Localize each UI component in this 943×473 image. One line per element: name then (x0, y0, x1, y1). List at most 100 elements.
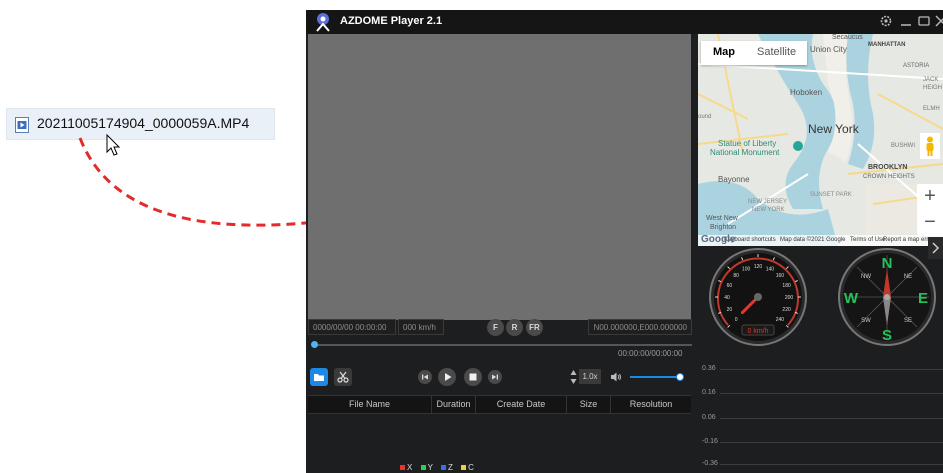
azdome-player-window: AZDOME Player 2.1 0000/00/00 00:00:00 00… (306, 10, 943, 473)
map-label-new-york-state: NEW YORK (752, 207, 785, 213)
map-zoom-in-button[interactable]: + (917, 184, 943, 210)
g-sensor-ytick: 0.06 (702, 414, 716, 421)
compass-label-se: SE (904, 318, 912, 324)
volume-slider[interactable] (630, 376, 680, 378)
g-sensor-ytick: -0.36 (702, 460, 718, 467)
speed-stepper-icon[interactable] (570, 369, 577, 385)
map-label-national-monument: National Monument (710, 148, 780, 157)
legend-label-y: Y (427, 463, 433, 472)
terms-of-use-link[interactable]: Terms of Use (850, 235, 885, 246)
dragged-file-item[interactable]: 20211005174904_0000059A.MP4 (6, 108, 275, 140)
map-label-bushwick: BUSHWI (891, 143, 915, 149)
map-label-secaucus: Secaucus (832, 34, 863, 41)
scissors-icon[interactable] (334, 368, 352, 386)
compass-label-ne: NE (904, 274, 912, 280)
column-resolution[interactable]: Resolution (611, 396, 691, 413)
progress-slider[interactable] (314, 344, 692, 346)
legend-label-x: X (407, 463, 413, 472)
g-sensor-ytick: 0.36 (702, 365, 716, 372)
video-display[interactable] (308, 34, 691, 320)
speedometer-tick-label: 20 (727, 307, 733, 313)
speedometer-tick-label: 40 (724, 295, 730, 301)
play-icon[interactable] (438, 368, 456, 386)
speedometer-tick-label: 140 (766, 266, 775, 272)
column-duration[interactable]: Duration (432, 396, 476, 413)
speedometer-tick-label: 160 (776, 273, 785, 279)
tab-map[interactable]: Map (713, 46, 735, 58)
legend-swatch-x (400, 465, 405, 470)
close-icon[interactable] (934, 13, 943, 29)
compass-gauge: N E S W NE SE SW NW (838, 248, 936, 346)
map-label-sunset-park: SUNSET PARK (810, 192, 852, 198)
g-sensor-gridline (720, 393, 943, 394)
map-label-brooklyn: BROOKLYN (868, 164, 908, 171)
progress-handle[interactable] (311, 341, 318, 348)
speedometer-tick-label: 100 (742, 266, 751, 272)
map-panel[interactable]: Secaucus Union City MANHATTAN ASTORIA Ho… (698, 34, 943, 246)
map-label-astoria: ASTORIA (903, 63, 930, 69)
front-camera-button[interactable]: F (487, 319, 504, 336)
speed-readout: 0 km/h (747, 328, 768, 335)
playback-controls: 1.0x (306, 367, 696, 387)
g-sensor-gridline (720, 418, 943, 419)
map-label-new-jersey: NEW JERSEY (748, 199, 788, 205)
map-label-statue-of-liberty: Statue of Liberty (718, 139, 777, 148)
speedometer-tick-label: 80 (733, 273, 739, 279)
speedometer-tick-label: 60 (727, 283, 733, 289)
gps-coordinates-display: N00.000000,E000.000000 (588, 319, 692, 335)
file-name-label: 20211005174904_0000059A.MP4 (37, 115, 250, 131)
column-file-name[interactable]: File Name (308, 396, 432, 413)
map-data-credit: Map data ©2021 Google (780, 237, 846, 243)
compass-label-s: S (882, 327, 892, 344)
volume-fill (630, 376, 680, 378)
column-size[interactable]: Size (567, 396, 611, 413)
legend-swatch-c (461, 465, 467, 470)
front-rear-camera-button[interactable]: FR (526, 319, 543, 336)
compass-label-w: W (844, 290, 859, 307)
g-sensor-gridline (720, 442, 943, 443)
map-label-new-york: New York (808, 122, 859, 136)
compass-label-e: E (918, 290, 928, 307)
map-label-crown-heights: CROWN HEIGHTS (863, 174, 915, 180)
azdome-logo-icon (316, 13, 330, 32)
map-label-union-city: Union City (810, 45, 847, 54)
tab-satellite[interactable]: Satellite (757, 46, 796, 58)
compass-label-sw: SW (861, 318, 871, 324)
g-sensor-gridline (720, 464, 943, 465)
legend-label-z: Z (448, 463, 453, 472)
map-label-jackson: JACK (923, 77, 939, 83)
maximize-icon[interactable] (917, 13, 931, 29)
map-label-hoboken: Hoboken (790, 88, 823, 97)
previous-icon[interactable] (418, 370, 432, 384)
map-label-west-new: West New (706, 215, 738, 222)
report-map-error-link[interactable]: Report a map error (883, 235, 934, 246)
folder-icon[interactable] (310, 368, 328, 386)
column-create-date[interactable]: Create Date (476, 396, 567, 413)
legend-swatch-y (420, 465, 426, 470)
map-type-tabs: Map Satellite (701, 41, 807, 65)
title-bar: AZDOME Player 2.1 (306, 10, 943, 34)
street-view-pegman[interactable] (920, 133, 940, 159)
compass-label-nw: NW (861, 274, 871, 280)
g-sensor-gridline (720, 369, 943, 370)
g-sensor-ytick: 0.16 (702, 389, 716, 396)
speedometer-tick-label: 220 (782, 307, 791, 313)
speedometer-tick-label: 200 (785, 295, 794, 301)
g-sensor-graph: 0.36 0.16 0.06 -0.16 -0.36 (698, 350, 943, 473)
playback-rate[interactable]: 1.0x (579, 369, 601, 384)
g-sensor-legend: X Y Z C (394, 463, 474, 472)
minimize-icon[interactable] (899, 13, 913, 29)
volume-icon[interactable] (610, 371, 622, 383)
map-label-brighton: Brighton (710, 224, 737, 231)
speedometer-tick-label: 240 (776, 317, 785, 323)
google-logo: Google (701, 234, 736, 245)
map-label-heights: HEIGH (923, 85, 943, 91)
app-title: AZDOME Player 2.1 (340, 15, 443, 27)
legend-label-c: C (468, 463, 474, 472)
next-icon[interactable] (488, 370, 502, 384)
settings-icon[interactable] (879, 13, 893, 29)
map-zoom-out-button[interactable]: − (917, 210, 943, 236)
volume-handle[interactable] (676, 373, 684, 381)
stop-icon[interactable] (464, 368, 482, 386)
rear-camera-button[interactable]: R (506, 319, 523, 336)
